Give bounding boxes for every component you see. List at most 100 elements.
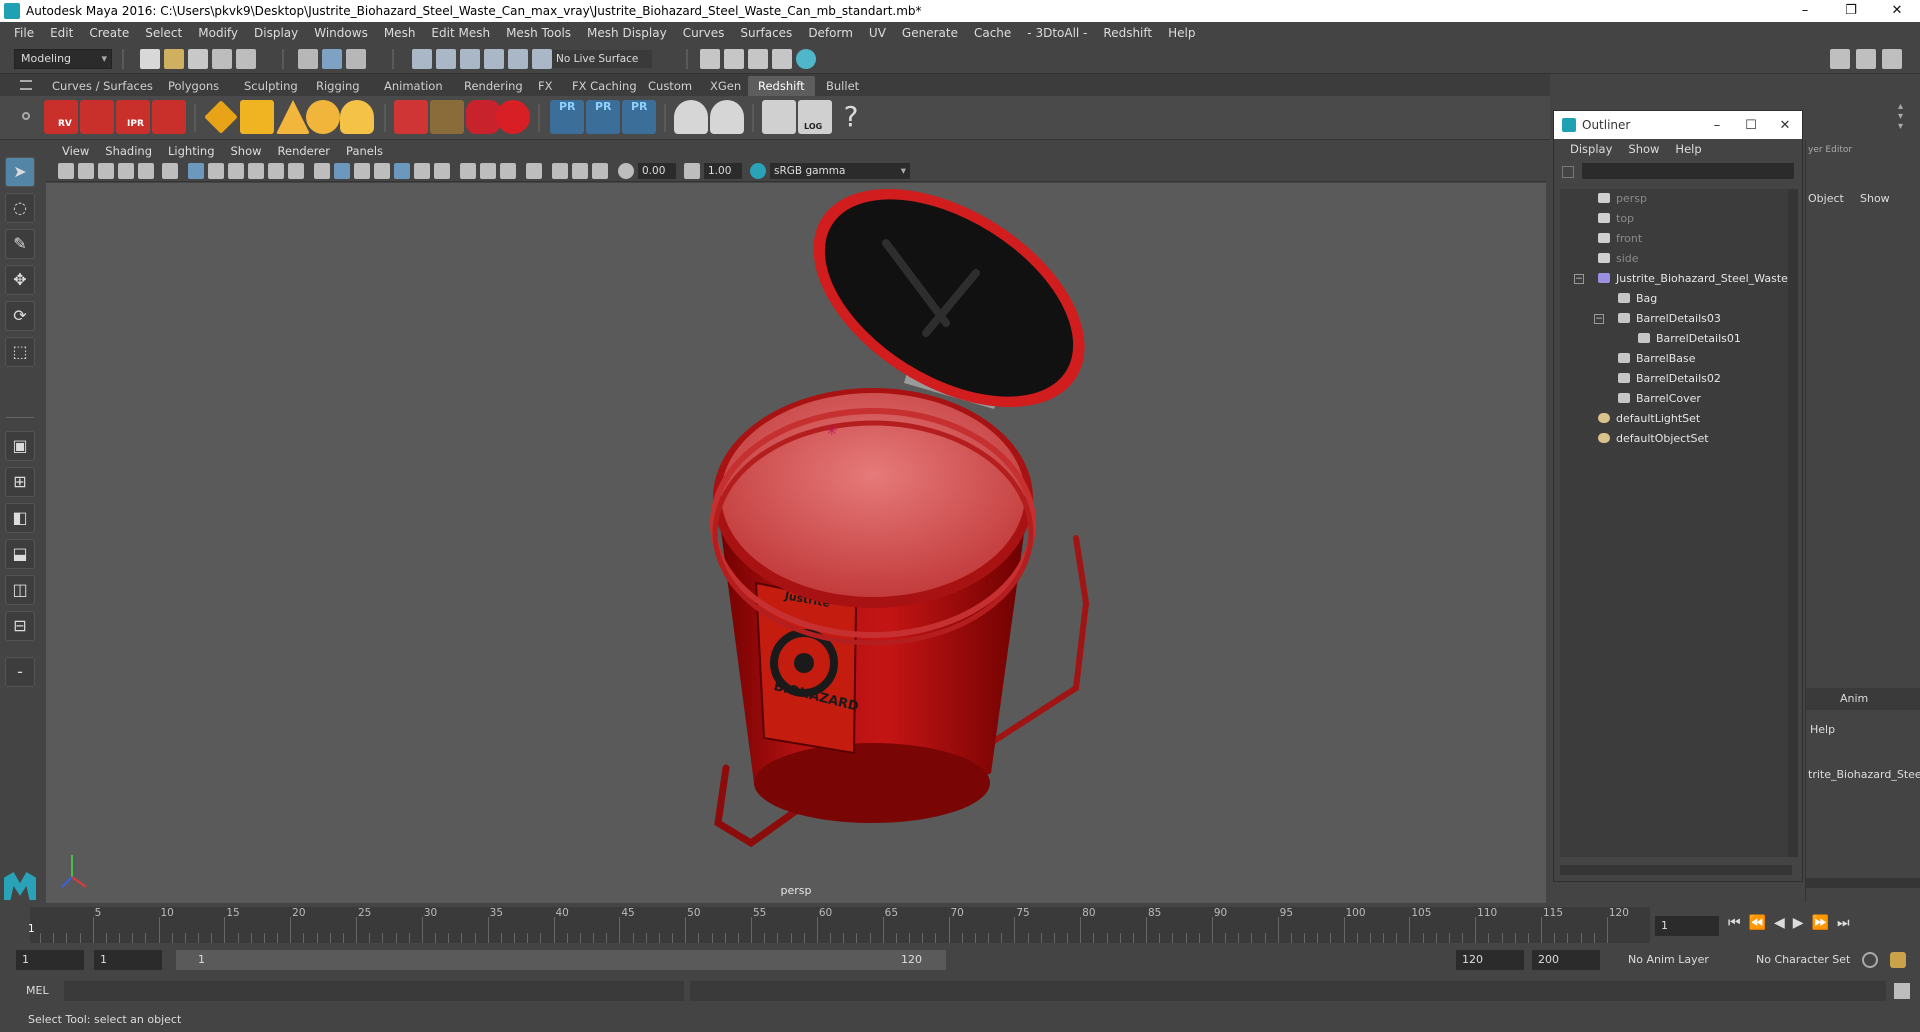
minimize-button[interactable]: – xyxy=(1782,0,1828,22)
isolate-select-icon[interactable] xyxy=(526,163,542,179)
shadows-icon[interactable] xyxy=(434,163,450,179)
animation-start-field[interactable]: 1 xyxy=(16,950,84,970)
help-menu[interactable]: Help xyxy=(1810,723,1835,736)
outliner-item[interactable]: Justrite_Biohazard_Steel_Waste_C xyxy=(1598,269,1792,289)
playback-controls[interactable]: ⏮⏪◀▶⏩⏭ xyxy=(1728,915,1858,931)
hypershade-icon[interactable] xyxy=(796,49,816,69)
panel-menu-view[interactable]: View xyxy=(54,144,97,158)
character-set-dropdown[interactable]: No Character Set xyxy=(1750,950,1860,970)
single-view-layout-button[interactable]: ▣ xyxy=(5,431,35,461)
tab-custom[interactable]: Custom xyxy=(638,76,702,96)
time-slider-track[interactable]: 5 10 15 20 25 30 35 40 45 50 55 60 65 70 75 80 85 90 95 100… xyxy=(30,907,1650,943)
selected-layer-item[interactable]: trite_Biohazard_Steel_ xyxy=(1808,768,1920,781)
panel-menu-shading[interactable]: Shading xyxy=(97,144,160,158)
tab-xgen[interactable]: XGen xyxy=(700,76,751,96)
menu-mesh-tools[interactable]: Mesh Tools xyxy=(498,26,579,40)
select-camera-icon[interactable] xyxy=(58,163,74,179)
outliner-item[interactable]: Bag xyxy=(1618,289,1657,309)
uv-layout-button[interactable]: ⊟ xyxy=(5,611,35,641)
outliner-item[interactable]: BarrelBase xyxy=(1618,349,1696,369)
use-all-lights-icon[interactable] xyxy=(414,163,430,179)
select-by-component-icon[interactable] xyxy=(346,49,366,69)
attribute-editor-toggle-icon[interactable] xyxy=(1882,49,1902,69)
menu-windows[interactable]: Windows xyxy=(306,26,376,40)
menu-generate[interactable]: Generate xyxy=(894,26,966,40)
outliner-item[interactable]: BarrelDetails03 xyxy=(1618,309,1721,329)
range-bar[interactable]: 1 120 xyxy=(176,950,946,970)
restore-button[interactable]: ❐ xyxy=(1828,0,1874,22)
outliner-menu-display[interactable]: Display xyxy=(1562,142,1620,156)
save-scene-icon[interactable] xyxy=(188,49,208,69)
camera-params-icon[interactable] xyxy=(674,100,708,134)
paint-select-tool-button[interactable]: ✎ xyxy=(5,229,35,259)
2d-pan-zoom-icon[interactable] xyxy=(138,163,154,179)
panel-menu-show[interactable]: Show xyxy=(223,144,270,158)
command-language-label[interactable]: MEL xyxy=(26,984,49,997)
graph-layout-button[interactable]: ⬓ xyxy=(5,539,35,569)
collapse-toggle-icon[interactable]: − xyxy=(1594,314,1604,324)
menu-mesh-display[interactable]: Mesh Display xyxy=(579,26,675,40)
undo-icon[interactable] xyxy=(212,49,232,69)
menu-redshift[interactable]: Redshift xyxy=(1095,26,1160,40)
hair-icon[interactable] xyxy=(430,100,464,134)
xray-icon[interactable] xyxy=(552,163,568,179)
object-menu[interactable]: Object xyxy=(1808,192,1844,205)
render-view-icon[interactable] xyxy=(700,49,720,69)
xray-joints-icon[interactable] xyxy=(592,163,608,179)
motion-blur-icon[interactable] xyxy=(480,163,496,179)
rotate-tool-button[interactable]: ⟳ xyxy=(5,301,35,331)
scale-tool-button[interactable]: ⬚ xyxy=(5,337,35,367)
outliner-item[interactable]: side xyxy=(1598,249,1639,269)
panel-menu-renderer[interactable]: Renderer xyxy=(270,144,339,158)
menu-curves[interactable]: Curves xyxy=(675,26,733,40)
menu-cache[interactable]: Cache xyxy=(966,26,1019,40)
gate-mask-icon[interactable] xyxy=(248,163,264,179)
live-surface-field[interactable]: No Live Surface xyxy=(552,50,652,68)
outliner-minimize-button[interactable]: – xyxy=(1700,118,1734,133)
menu-set-dropdown[interactable]: Modeling ▾ xyxy=(14,49,112,69)
tab-curves-surfaces[interactable]: Curves / Surfaces xyxy=(42,76,163,96)
tab-animation[interactable]: Animation xyxy=(374,76,453,96)
snap-surface-icon[interactable] xyxy=(508,49,528,69)
shelf-scroll-icon[interactable]: ▴ ▾ ▾ xyxy=(1898,102,1910,134)
perspective-viewport[interactable]: BIOHAZARD Justrite ✳ persp xyxy=(46,183,1546,903)
screen-space-ao-icon[interactable] xyxy=(460,163,476,179)
preferences-icon[interactable] xyxy=(1890,952,1906,968)
close-button[interactable]: ✕ xyxy=(1874,0,1920,22)
wireframe-icon[interactable] xyxy=(314,163,330,179)
channel-box-scrollbar[interactable] xyxy=(1806,878,1920,888)
snap-grid-icon[interactable] xyxy=(412,49,432,69)
camera-attributes-icon[interactable] xyxy=(78,163,94,179)
outliner-item[interactable]: persp xyxy=(1598,189,1647,209)
snap-curve-icon[interactable] xyxy=(436,49,456,69)
hypershade-layout-button[interactable]: ◫ xyxy=(5,575,35,605)
collapse-toggle-icon[interactable]: − xyxy=(1574,274,1584,284)
outliner-close-button[interactable]: ✕ xyxy=(1768,118,1802,133)
outliner-horizontal-scrollbar[interactable] xyxy=(1560,865,1792,875)
textured-icon[interactable] xyxy=(394,163,410,179)
shelf-options-icon[interactable] xyxy=(22,112,30,120)
animation-end-field[interactable]: 200 xyxy=(1532,950,1600,970)
outliner-item[interactable]: defaultObjectSet xyxy=(1598,429,1709,449)
tab-rendering[interactable]: Rendering xyxy=(454,76,533,96)
outliner-item[interactable]: top xyxy=(1598,209,1634,229)
outliner-item[interactable]: BarrelDetails02 xyxy=(1618,369,1721,389)
playback-start-field[interactable]: 1 xyxy=(94,950,162,970)
safe-action-icon[interactable] xyxy=(288,163,304,179)
menu-modify[interactable]: Modify xyxy=(190,26,246,40)
lasso-tool-button[interactable]: ◌ xyxy=(5,193,35,223)
exposure-field[interactable]: 0.00 xyxy=(638,163,676,179)
command-input[interactable] xyxy=(64,981,684,1001)
outliner-item[interactable]: BarrelDetails01 xyxy=(1638,329,1741,349)
outliner-search-input[interactable] xyxy=(1582,163,1794,179)
xray-active-icon[interactable] xyxy=(572,163,588,179)
select-by-object-icon[interactable] xyxy=(322,49,342,69)
proxy-icon[interactable] xyxy=(394,100,428,134)
pr-visibility-icon[interactable]: PR xyxy=(622,100,656,134)
script-editor-icon[interactable] xyxy=(762,100,796,134)
log-icon[interactable]: LOG xyxy=(798,100,832,134)
select-tool-button[interactable]: ➤ xyxy=(5,157,35,187)
sun-sky-icon[interactable] xyxy=(340,100,374,134)
render-frame-icon[interactable] xyxy=(724,49,744,69)
menu-help[interactable]: Help xyxy=(1160,26,1203,40)
